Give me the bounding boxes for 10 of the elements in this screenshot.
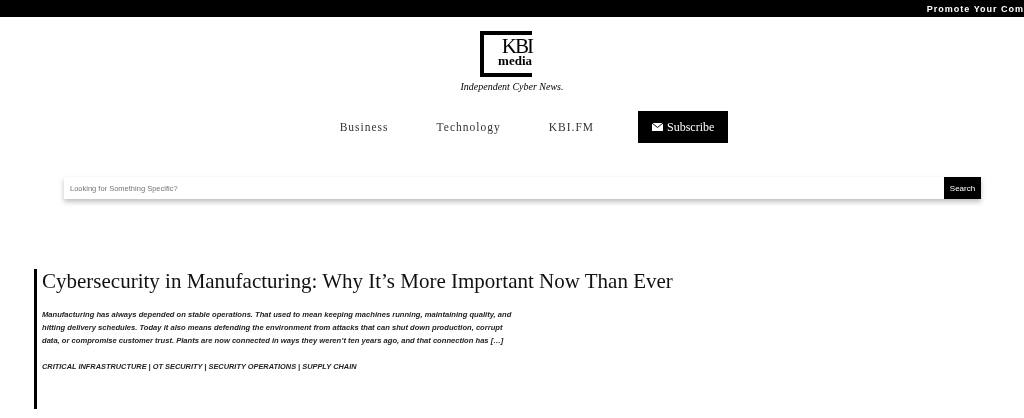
nav-link[interactable]: Technology	[436, 121, 501, 133]
nav-link[interactable]: KBI.FM	[548, 121, 594, 133]
search-button[interactable]: Search	[944, 177, 981, 199]
subscribe-button[interactable]: Subscribe	[638, 111, 729, 143]
tagline: Independent Cyber News.	[460, 81, 564, 92]
promo-text[interactable]: Promote Your Com	[926, 3, 1024, 14]
article-title[interactable]: Cybersecurity in Manufacturing: Why It’s More Important Now Than Ever	[42, 269, 1024, 294]
envelope-icon	[652, 123, 663, 131]
logo[interactable]: KBI media	[480, 31, 532, 77]
nav-link[interactable]: Business	[339, 121, 389, 133]
